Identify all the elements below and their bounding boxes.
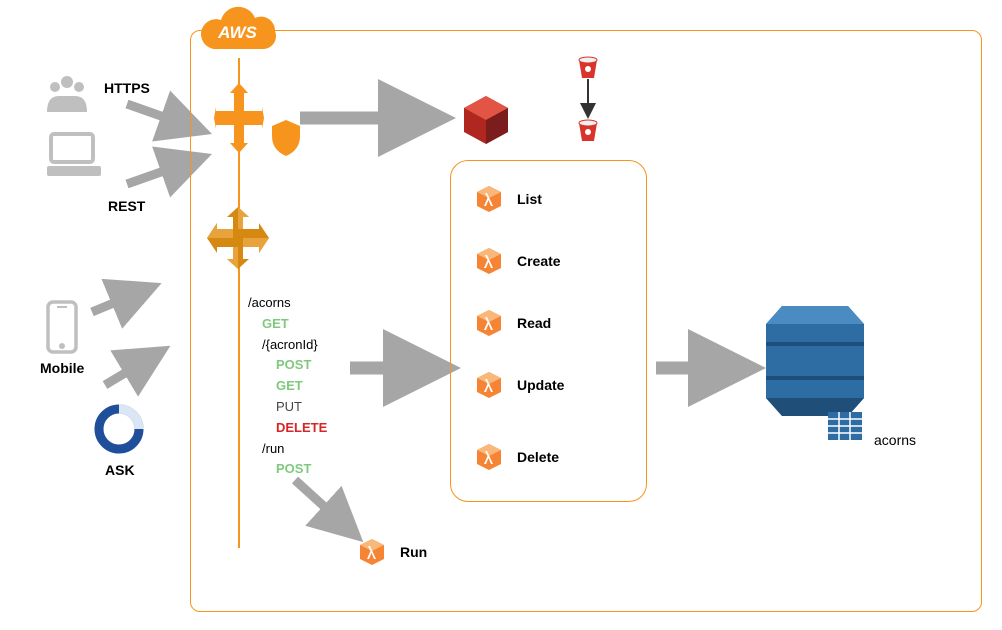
https-label: HTTPS [104, 80, 150, 96]
lambda-icon [358, 538, 386, 566]
lambda-read-label: Read [517, 315, 551, 331]
lambda-list-label: List [517, 191, 542, 207]
bucket-source-icon [576, 56, 600, 85]
lambda-icon [475, 443, 503, 471]
lambda-run: Run [358, 538, 427, 566]
route-run-post: POST [248, 459, 327, 480]
lambda-icon [475, 185, 503, 213]
mobile-icon [45, 300, 79, 359]
mobile-label: Mobile [40, 360, 84, 376]
aws-cloud-badge: AWS [195, 8, 280, 58]
lambda-delete-label: Delete [517, 449, 559, 465]
ask-ring-icon [92, 402, 146, 461]
ask-label: ASK [105, 462, 135, 478]
lambda-run-label: Run [400, 544, 427, 560]
bucket-dest-icon [576, 119, 600, 148]
route-item-post: POST [248, 355, 327, 376]
users-icon [43, 74, 91, 119]
shield-icon [268, 118, 304, 163]
route-item-get: GET [248, 376, 327, 397]
dynamodb-icon [760, 296, 870, 431]
route-item: /{acronId} [248, 335, 327, 356]
db-table-icon [828, 412, 862, 445]
lambda-update: Update [475, 371, 564, 399]
computer-icon [45, 130, 103, 185]
route-root: /acorns [248, 293, 327, 314]
s3-icon [458, 92, 514, 153]
route-item-delete: DELETE [248, 418, 327, 439]
rest-label: REST [108, 198, 145, 214]
route-root-get: GET [248, 314, 327, 335]
api-routes-block: /acorns GET /{acronId} POST GET PUT DELE… [248, 293, 327, 480]
route-item-put: PUT [248, 397, 327, 418]
db-table-label: acorns [874, 432, 916, 448]
api-gateway-icon [205, 205, 271, 276]
lambda-icon [475, 247, 503, 275]
lambda-update-label: Update [517, 377, 564, 393]
lambda-icon [475, 309, 503, 337]
lambda-read: Read [475, 309, 551, 337]
lambda-icon [475, 371, 503, 399]
lambda-delete: Delete [475, 443, 559, 471]
lambda-create-label: Create [517, 253, 561, 269]
route-run: /run [248, 439, 327, 460]
cloudfront-icon [214, 83, 264, 158]
lambda-create: Create [475, 247, 561, 275]
aws-label: AWS [218, 23, 257, 43]
lambda-list: List [475, 185, 542, 213]
